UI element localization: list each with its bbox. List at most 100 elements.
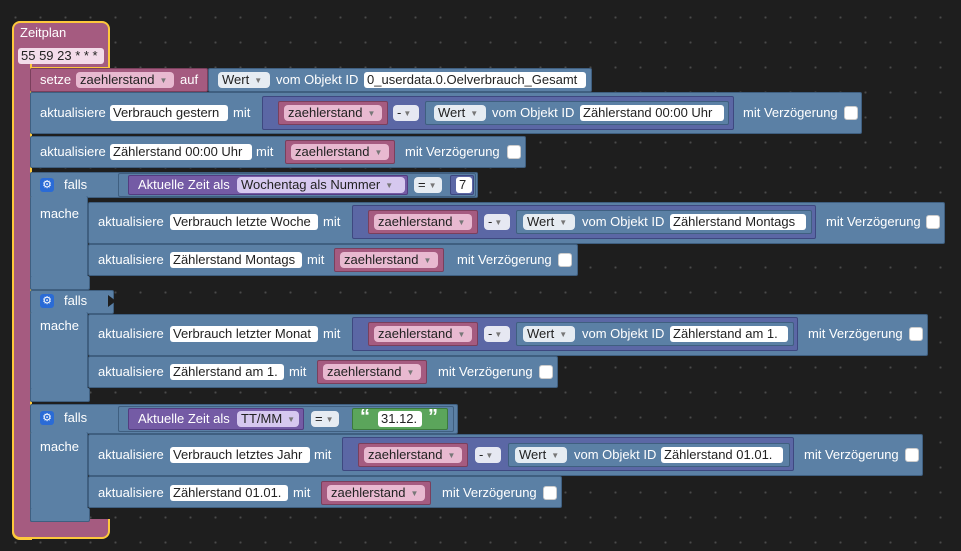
time-format: TT/MM (241, 411, 283, 426)
variable-dropdown[interactable]: zaehlerstand ▼ (284, 105, 382, 121)
operator-dropdown[interactable]: - ▼ (484, 326, 510, 342)
operator-minus: - (488, 214, 493, 229)
value-dropdown[interactable]: Wert ▼ (515, 447, 567, 463)
dropdown-arrow-icon: ▼ (287, 414, 296, 424)
operator-dropdown[interactable]: - ▼ (393, 105, 419, 121)
dropdown-arrow-icon: ▼ (374, 147, 383, 157)
dropdown-arrow-icon: ▼ (559, 217, 568, 227)
dropdown-arrow-icon: ▼ (485, 450, 494, 460)
equals-sign: = (418, 177, 426, 192)
delay-checkbox[interactable] (905, 448, 919, 462)
from-object-label: vom Objekt ID (582, 326, 665, 341)
value-dropdown[interactable]: Wert ▼ (523, 326, 575, 342)
text-field[interactable]: 31.12. (378, 411, 422, 427)
variable-name: zaehlerstand (378, 326, 453, 341)
delay-checkbox[interactable] (539, 365, 553, 379)
compare-operator-dropdown[interactable]: = ▼ (414, 177, 442, 193)
dropdown-arrow-icon: ▼ (254, 75, 263, 85)
gear-icon[interactable]: ⚙ (40, 294, 54, 308)
dropdown-arrow-icon: ▼ (457, 217, 466, 227)
delay-checkbox[interactable] (543, 486, 557, 500)
delay-label: mit Verzögerung (804, 447, 899, 462)
set-variable-dropdown[interactable]: zaehlerstand ▼ (76, 72, 174, 88)
variable-dropdown[interactable]: zaehlerstand ▼ (374, 326, 472, 342)
gear-icon[interactable]: ⚙ (40, 411, 54, 425)
time-format-dropdown[interactable]: TT/MM ▼ (237, 411, 299, 427)
if-label: falls (64, 293, 88, 308)
target-object-field[interactable]: Zählerstand Montags (170, 252, 302, 268)
update-label: aktualisiere (40, 105, 106, 120)
variable-dropdown[interactable]: zaehlerstand ▼ (364, 447, 462, 463)
dropdown-arrow-icon: ▼ (494, 217, 503, 227)
delay-checkbox[interactable] (558, 253, 572, 267)
time-format-dropdown[interactable]: Wochentag als Nummer ▼ (237, 177, 405, 193)
with-label: mit (314, 447, 332, 462)
dropdown-arrow-icon: ▼ (457, 329, 466, 339)
object-id-field[interactable]: Zählerstand 00:00 Uhr (580, 105, 724, 121)
object-id-field[interactable]: Zählerstand Montags (670, 214, 806, 230)
target-object-field[interactable]: Verbrauch letzter Monat (170, 326, 318, 342)
value-label: Wert (527, 214, 555, 229)
from-object-label: vom Objekt ID (492, 105, 575, 120)
operator-dropdown[interactable]: - ▼ (475, 447, 501, 463)
delay-checkbox[interactable] (926, 215, 940, 229)
compare-operator-dropdown[interactable]: = ▼ (311, 411, 339, 427)
quote-close-icon: ” (428, 406, 438, 428)
object-id-field[interactable]: Zählerstand am 1. (670, 326, 788, 342)
dropdown-arrow-icon: ▼ (551, 450, 560, 460)
value-dropdown[interactable]: Wert ▼ (434, 105, 486, 121)
with-label: mit (307, 252, 325, 267)
value-dropdown[interactable]: Wert ▼ (523, 214, 575, 230)
current-time-label: Aktuelle Zeit als (138, 177, 230, 192)
object-id-field[interactable]: 0_userdata.0.Oelverbrauch_Gesamt (364, 72, 586, 88)
variable-dropdown[interactable]: zaehlerstand ▼ (327, 485, 425, 501)
value-label: Wert (222, 72, 250, 87)
variable-dropdown[interactable]: zaehlerstand ▼ (340, 252, 438, 268)
variable-dropdown[interactable]: zaehlerstand ▼ (374, 214, 472, 230)
variable-name: zaehlerstand (288, 105, 363, 120)
update-label: aktualisiere (98, 252, 164, 267)
delay-label: mit Verzögerung (743, 105, 838, 120)
dropdown-arrow-icon: ▼ (470, 108, 479, 118)
do-label: mache (40, 318, 80, 333)
with-label: mit (289, 364, 307, 379)
cron-field[interactable]: 55 59 23 * * * (18, 48, 104, 64)
if-block-month-foot (30, 388, 90, 402)
target-object-field[interactable]: Verbrauch letztes Jahr (170, 447, 310, 463)
target-object-field[interactable]: Verbrauch gestern (110, 105, 228, 121)
object-id-field[interactable]: Zählerstand 01.01. (661, 447, 783, 463)
update-label: aktualisiere (98, 326, 164, 341)
variable-name: zaehlerstand (368, 447, 443, 462)
operator-dropdown[interactable]: - ▼ (484, 214, 510, 230)
set-label: setze (40, 72, 72, 87)
target-object-field[interactable]: Verbrauch letzte Woche (170, 214, 318, 230)
dropdown-arrow-icon: ▼ (447, 450, 456, 460)
gear-icon[interactable]: ⚙ (40, 178, 54, 192)
variable-dropdown[interactable]: zaehlerstand ▼ (323, 364, 421, 380)
target-object-field[interactable]: Zählerstand 00:00 Uhr (110, 144, 252, 160)
variable-dropdown[interactable]: zaehlerstand ▼ (291, 144, 389, 160)
update-label: aktualisiere (98, 447, 164, 462)
delay-checkbox[interactable] (507, 145, 521, 159)
delay-checkbox[interactable] (909, 327, 923, 341)
target-object-field[interactable]: Zählerstand 01.01. (170, 485, 288, 501)
delay-checkbox[interactable] (844, 106, 858, 120)
value-label: Wert (519, 447, 547, 462)
number-field[interactable]: 7 (456, 177, 472, 193)
dropdown-arrow-icon: ▼ (406, 367, 415, 377)
target-object-field[interactable]: Zählerstand am 1. (170, 364, 284, 380)
empty-condition-socket[interactable] (108, 295, 116, 307)
dropdown-arrow-icon: ▼ (159, 75, 168, 85)
value-label: Wert (527, 326, 555, 341)
with-label: mit (233, 105, 251, 120)
dropdown-arrow-icon: ▼ (559, 329, 568, 339)
set-variable-name: zaehlerstand (80, 72, 155, 87)
update-label: aktualisiere (98, 214, 164, 229)
schedule-title: Zeitplan (20, 25, 67, 40)
variable-name: zaehlerstand (327, 364, 402, 379)
with-label: mit (323, 326, 341, 341)
dropdown-arrow-icon: ▼ (423, 255, 432, 265)
value-dropdown[interactable]: Wert ▼ (218, 72, 270, 88)
if-block-weekday-foot (30, 276, 90, 290)
do-label: mache (40, 439, 80, 454)
